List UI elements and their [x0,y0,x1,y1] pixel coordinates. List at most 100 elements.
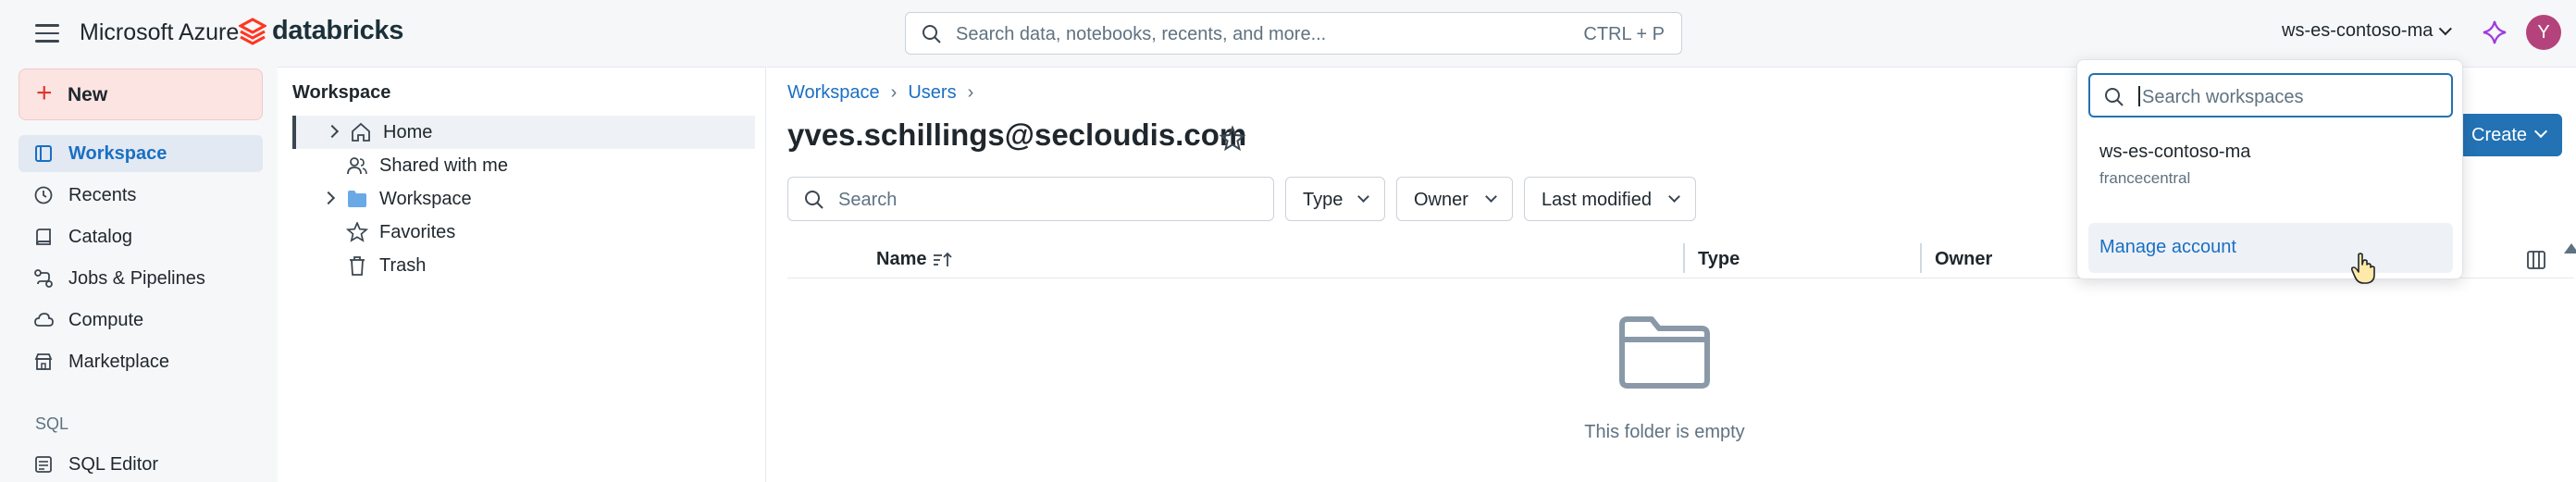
filter-last-modified-button[interactable]: Last modified [1524,177,1696,221]
global-search-input[interactable]: Search data, notebooks, recents, and mor… [905,12,1682,55]
assistant-sparkle-icon[interactable] [2481,19,2508,46]
sql-editor-icon [35,456,52,473]
filter-owner-button[interactable]: Owner [1396,177,1513,221]
breadcrumb: Workspace › Users › [787,82,985,104]
sidebar-item-label: Marketplace [68,352,169,372]
cloud-icon [34,313,54,327]
column-header-type[interactable]: Type [1698,249,1740,270]
workspace-tree-panel: Workspace Home Shared with me Workspace … [278,67,766,482]
filter-label: Type [1303,190,1344,210]
sidebar-section-sql: SQL [35,414,69,433]
tree-item-trash[interactable]: Trash [292,249,755,282]
chevron-down-icon [1668,191,1680,203]
users-icon [347,157,367,175]
breadcrumb-users[interactable]: Users [908,82,956,103]
star-icon [346,222,368,242]
column-header-name[interactable]: Name [876,249,926,270]
hand-pointer-cursor-icon [2350,253,2375,284]
sidebar: + New Workspace Recents Catalog Jobs & P… [0,67,278,482]
sidebar-item-workspace[interactable]: Workspace [19,135,263,172]
new-button-label: New [68,84,108,105]
workspace-search-input[interactable]: Search workspaces [2088,73,2453,117]
databricks-logo-icon [239,18,266,45]
chevron-right-icon[interactable] [325,124,340,139]
sidebar-item-jobs-pipelines[interactable]: Jobs & Pipelines [19,260,263,297]
workspace-dropdown: Search workspaces ws-es-contoso-ma franc… [2076,59,2463,279]
sidebar-item-label: Recents [68,185,137,205]
breadcrumb-workspace[interactable]: Workspace [787,82,880,103]
files-search-input[interactable]: Search [787,177,1274,221]
workspace-search-placeholder: Search workspaces [2142,87,2304,107]
avatar[interactable]: Y [2526,15,2561,50]
tree-item-workspace[interactable]: Workspace [292,182,755,216]
empty-folder-message: This folder is empty [1584,422,1745,442]
plus-icon: + [36,78,53,108]
create-button[interactable]: Create [2458,114,2562,156]
sidebar-item-recents[interactable]: Recents [19,177,263,214]
chevron-down-icon [1485,191,1497,203]
tree-item-favorites[interactable]: Favorites [292,216,755,249]
top-bar: Microsoft Azure databricks Search data, … [0,0,2576,67]
workspace-switcher-label: ws-es-contoso-ma [2282,20,2434,41]
breadcrumb-separator: › [967,82,974,103]
columns-icon[interactable] [2525,249,2547,271]
sidebar-item-sql-editor[interactable]: SQL Editor [19,446,263,482]
column-divider[interactable] [1683,243,1685,273]
tree-item-label: Shared with me [379,155,508,176]
workspace-option-name: ws-es-contoso-ma [2099,142,2251,162]
breadcrumb-separator: › [890,82,898,103]
tree-item-home[interactable]: Home [292,116,755,149]
chevron-down-icon [2439,22,2453,36]
filter-type-button[interactable]: Type [1285,177,1385,221]
sort-ascending-icon[interactable] [932,251,952,269]
search-icon [923,25,941,43]
sidebar-item-label: Compute [68,310,144,330]
workspace-option-region: francecentral [2099,169,2191,187]
filter-label: Last modified [1542,190,1652,210]
store-icon [34,353,53,370]
sidebar-item-compute[interactable]: Compute [19,302,263,339]
favorite-star-icon[interactable] [1219,125,1246,153]
search-icon [805,191,824,209]
tree-item-shared-with-me[interactable]: Shared with me [292,149,755,182]
workspace-option[interactable]: ws-es-contoso-ma francecentral [2088,138,2453,197]
column-header-owner[interactable]: Owner [1935,249,1992,270]
hamburger-icon[interactable] [35,24,59,43]
empty-folder-icon [1619,316,1710,389]
tree-item-label: Home [383,122,433,142]
scrollbar-up-arrow[interactable] [2564,243,2576,253]
sidebar-item-label: Workspace [68,143,167,164]
chevron-down-icon [1357,191,1369,203]
trash-icon [350,256,365,276]
files-search-placeholder: Search [838,190,898,210]
manage-account-link[interactable]: Manage account [2088,223,2453,273]
microsoft-azure-label: Microsoft Azure [80,19,240,45]
tree-item-label: Favorites [379,222,456,242]
sidebar-item-label: Catalog [68,227,132,247]
column-divider[interactable] [1920,243,1922,273]
catalog-icon [36,229,51,245]
home-icon [352,122,370,142]
workspace-switcher[interactable]: ws-es-contoso-ma [2282,20,2453,42]
clock-icon [34,186,53,204]
databricks-wordmark: databricks [272,16,404,45]
search-icon [2105,88,2124,106]
page-title: yves.schillings@secloudis.com [787,117,1247,152]
search-shortcut-hint: CTRL + P [1583,24,1665,44]
sidebar-item-catalog[interactable]: Catalog [19,218,263,255]
folder-icon [348,191,366,207]
create-button-label: Create [2471,125,2528,145]
tree-item-label: Trash [379,255,427,276]
manage-account-label: Manage account [2099,237,2236,257]
sidebar-item-label: SQL Editor [68,454,159,475]
new-button[interactable]: + New [19,68,263,120]
sidebar-item-label: Jobs & Pipelines [68,268,205,289]
filter-label: Owner [1414,190,1468,210]
folder-outline-icon [35,145,52,162]
chevron-down-icon [2533,124,2548,139]
tree-item-label: Workspace [379,189,472,209]
text-caret [2138,86,2140,106]
sidebar-item-marketplace[interactable]: Marketplace [19,343,263,380]
workflow-icon [34,269,53,288]
chevron-right-icon[interactable] [321,191,336,205]
